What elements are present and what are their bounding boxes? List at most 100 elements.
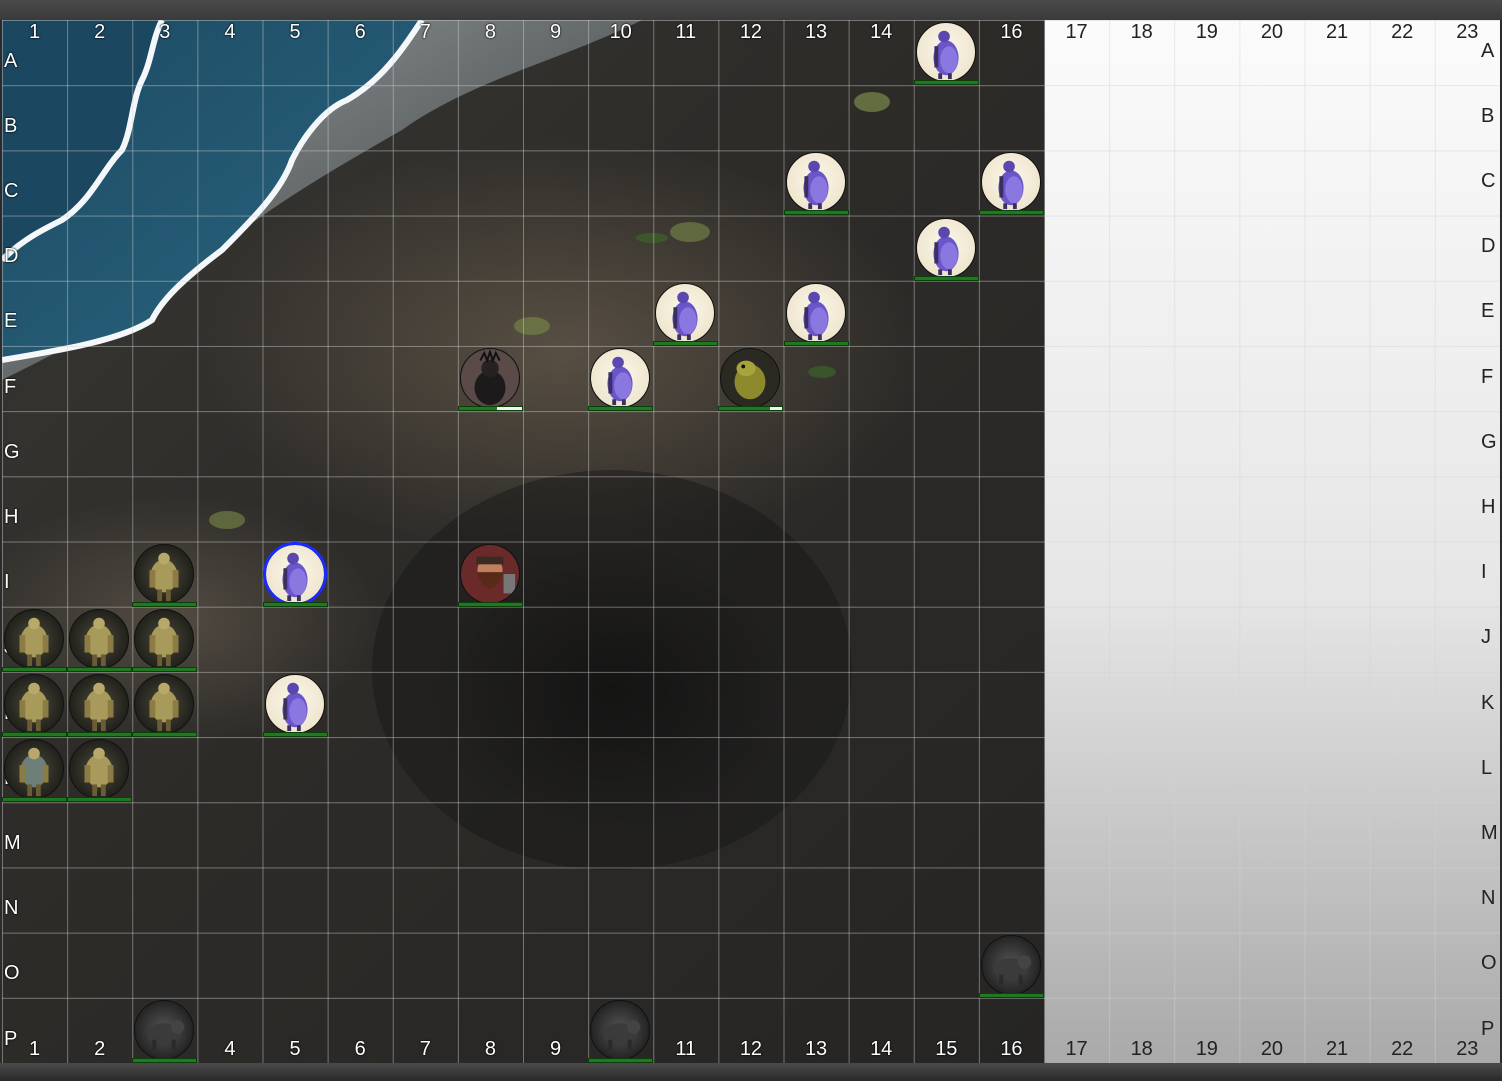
health-bar — [913, 275, 979, 281]
guard-token[interactable] — [978, 150, 1044, 216]
column-label-21-bottom: 21 — [1325, 1038, 1349, 1060]
row-label-C-left: C — [4, 180, 19, 202]
dwarf-portrait — [459, 543, 520, 604]
orc-portrait — [4, 608, 64, 669]
orc-token[interactable] — [67, 607, 133, 672]
health-bar — [67, 797, 133, 803]
column-label-12-top: 12 — [739, 21, 763, 43]
dwarf-token[interactable] — [457, 542, 523, 607]
column-label-14-top: 14 — [870, 21, 893, 43]
guard-token[interactable] — [913, 20, 979, 85]
beast-portrait — [590, 1000, 651, 1060]
row-label-H-right: H — [1481, 496, 1496, 518]
column-label-4-top: 4 — [224, 21, 236, 43]
guard-portrait — [590, 348, 651, 408]
beast-token[interactable] — [588, 998, 654, 1063]
orc-portrait — [134, 608, 195, 669]
beast-token[interactable] — [132, 998, 198, 1063]
orc-token[interactable] — [132, 607, 198, 672]
row-label-I-left: I — [4, 571, 10, 594]
battle-map-window: 1122334455667788991010111112121313141415… — [0, 0, 1502, 1081]
column-label-4-bottom: 4 — [224, 1038, 236, 1060]
column-label-16-top: 16 — [1000, 21, 1023, 43]
dark-knight-token[interactable] — [457, 346, 523, 411]
row-label-B-left: B — [4, 114, 18, 137]
column-label-1-top: 1 — [29, 21, 41, 43]
row-label-D-right: D — [1481, 235, 1496, 258]
column-label-13-top: 13 — [804, 21, 828, 43]
row-label-K-right: K — [1481, 691, 1495, 714]
health-bar — [978, 210, 1044, 216]
row-label-I-right: I — [1481, 561, 1487, 584]
orc-portrait — [134, 674, 195, 734]
row-label-D-left: D — [4, 245, 19, 268]
beast-token[interactable] — [978, 933, 1044, 998]
row-label-G-right: G — [1481, 430, 1497, 453]
health-bar — [783, 340, 849, 346]
column-label-16-bottom: 16 — [1000, 1038, 1023, 1060]
row-label-B-right: B — [1481, 104, 1495, 127]
column-label-22-top: 22 — [1391, 21, 1414, 43]
column-label-18-top: 18 — [1130, 21, 1153, 43]
row-label-H-left: H — [4, 506, 19, 528]
orc-token[interactable] — [132, 542, 198, 607]
lizardfolk-token[interactable] — [718, 346, 784, 411]
column-label-7-bottom: 7 — [419, 1038, 431, 1060]
column-label-5-bottom: 5 — [289, 1038, 301, 1060]
beast-portrait — [134, 1000, 195, 1060]
orc-token[interactable] — [2, 672, 67, 737]
orc-token[interactable] — [132, 672, 198, 737]
column-label-3-top: 3 — [159, 21, 171, 43]
guard-token[interactable] — [783, 281, 849, 346]
orc-token[interactable] — [2, 607, 67, 672]
row-label-O-right: O — [1481, 952, 1497, 975]
orc-token[interactable] — [67, 672, 133, 737]
guard-token[interactable] — [913, 216, 979, 281]
guard-portrait — [915, 22, 976, 82]
column-label-20-bottom: 20 — [1260, 1038, 1284, 1060]
health-bar — [588, 406, 654, 411]
column-label-23-top: 23 — [1456, 21, 1479, 43]
guard-portrait — [785, 152, 846, 213]
guard-token[interactable] — [262, 672, 328, 737]
guard-token[interactable] — [262, 541, 328, 607]
health-bar — [718, 406, 784, 411]
row-label-F-left: F — [4, 375, 17, 398]
row-label-A-left: A — [4, 49, 18, 72]
orc-chief-token[interactable] — [2, 737, 67, 803]
health-bar — [262, 601, 328, 607]
row-label-M-left: M — [4, 832, 21, 854]
column-label-17-top: 17 — [1065, 21, 1088, 43]
column-label-6-top: 6 — [354, 21, 366, 43]
column-label-20-top: 20 — [1260, 21, 1284, 43]
health-bar-missing — [496, 407, 522, 410]
orc-token[interactable] — [67, 737, 133, 803]
column-label-11-bottom: 11 — [675, 1038, 697, 1060]
row-label-G-left: G — [4, 440, 20, 463]
guard-portrait — [264, 674, 325, 734]
column-label-22-bottom: 22 — [1391, 1038, 1414, 1060]
health-bar — [783, 210, 849, 216]
orc-portrait — [69, 674, 130, 734]
row-label-N-left: N — [4, 897, 19, 920]
row-label-P-left: P — [4, 1027, 18, 1050]
health-bar — [653, 340, 719, 346]
guard-portrait — [655, 282, 716, 343]
guard-portrait — [980, 152, 1041, 213]
column-label-13-bottom: 13 — [804, 1038, 828, 1060]
guard-token[interactable] — [783, 150, 849, 216]
guard-token[interactable] — [588, 346, 654, 411]
row-label-C-right: C — [1481, 170, 1496, 192]
dark-knight-portrait — [459, 348, 520, 408]
column-label-19-bottom: 19 — [1195, 1038, 1218, 1060]
row-label-L-right: L — [1481, 756, 1493, 779]
column-label-2-top: 2 — [94, 21, 106, 43]
guard-token[interactable] — [653, 281, 719, 346]
empty-grid-area[interactable] — [1045, 20, 1500, 1063]
lizardfolk-portrait — [720, 348, 781, 408]
row-label-F-right: F — [1481, 365, 1494, 388]
column-label-2-bottom: 2 — [94, 1038, 106, 1060]
health-bar — [913, 80, 979, 85]
column-label-11-top: 11 — [675, 21, 697, 43]
orc-portrait — [69, 739, 130, 800]
